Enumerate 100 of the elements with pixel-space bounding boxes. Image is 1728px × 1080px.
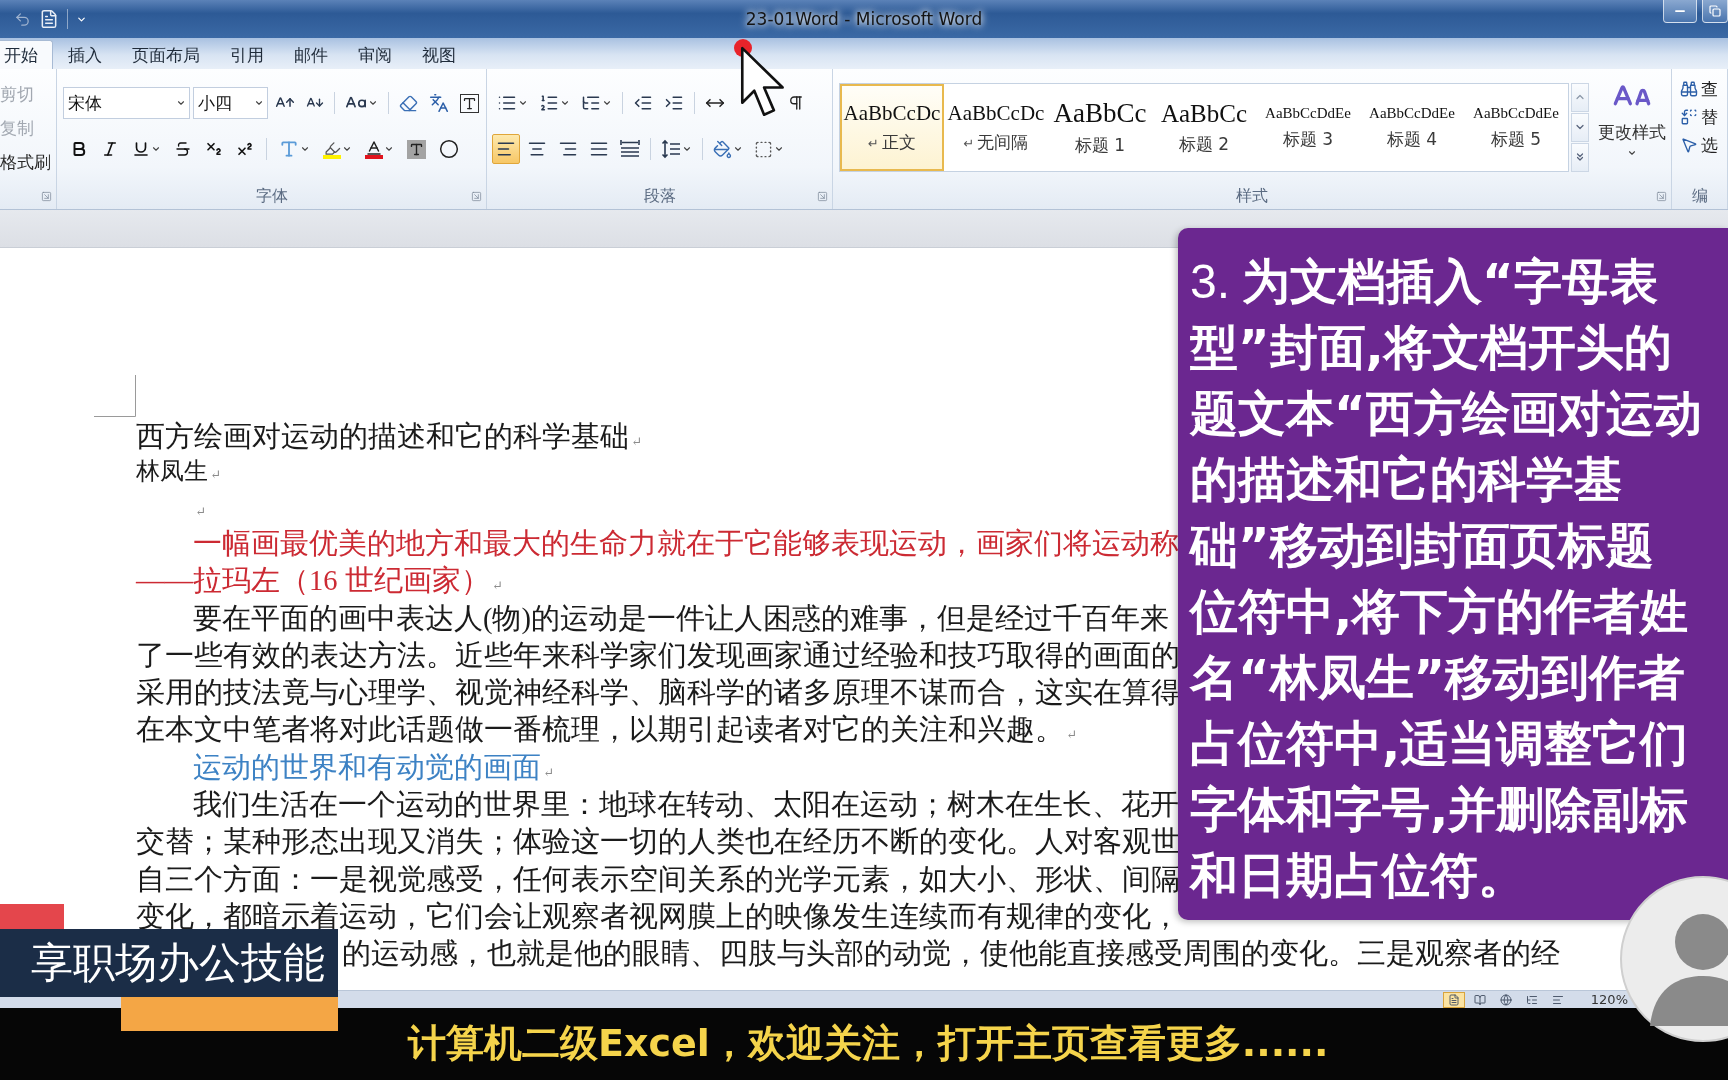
- indent-decrease-icon: [633, 93, 653, 113]
- minimize-button[interactable]: [1663, 0, 1697, 23]
- style-gallery-item[interactable]: AaBbCcDdEe 标题 4: [1360, 83, 1464, 171]
- ribbon-tab[interactable]: 审阅: [343, 40, 407, 69]
- style-gallery-item[interactable]: AaBbCcDdEe 标题 5: [1464, 83, 1568, 171]
- instruction-line: 的描述和它的科学基: [1190, 450, 1622, 509]
- list-tree-icon: [581, 93, 601, 113]
- instruction-line: 础”移动到封面页标题: [1190, 516, 1654, 575]
- group-label: 编: [1691, 185, 1708, 207]
- document-line: 自三个方面：一是视觉感受，任何表示空间关系的光学元素，如大小、形状、间隔: [136, 862, 1180, 897]
- caret-icon: [518, 98, 528, 108]
- instruction-line: 和日期占位符。: [1190, 846, 1526, 905]
- editing-command[interactable]: 选: [1672, 131, 1718, 159]
- instruction-line: 名“林凤生”移动到作者: [1190, 648, 1686, 707]
- document-line: 交替；某种形态出现又消失；体验这一切的人类也在经历不断的变化。人对客观世: [136, 825, 1180, 860]
- undo-icon: [14, 10, 31, 28]
- pointer-icon: [1680, 136, 1698, 154]
- restore-button[interactable]: [1702, 0, 1728, 23]
- bulleted-list-icon: [497, 93, 517, 113]
- more-styles-button[interactable]: [1571, 142, 1589, 172]
- instruction-line: 字体和字号,并删除副标: [1190, 780, 1689, 839]
- document-line: 了一些有效的表达方法。近些年来科学家们发现画家通过经验和技巧取得的画面的: [136, 638, 1180, 673]
- group-label: 段落: [643, 185, 676, 207]
- group-label: 字体: [255, 185, 288, 207]
- instruction-line: 占位符中,适当调整它们: [1190, 714, 1689, 773]
- font-name-field[interactable]: 宋体: [63, 87, 190, 119]
- caret-icon: [342, 144, 352, 154]
- paint-bucket-icon: [713, 139, 732, 159]
- ribbon-tab[interactable]: 页面布局: [117, 40, 215, 69]
- instruction-line: 型”封面,将文档开头的: [1190, 318, 1672, 377]
- underline-icon: [132, 140, 150, 158]
- caret-icon: [384, 144, 394, 154]
- restore-icon: [1709, 5, 1721, 17]
- editing-command[interactable]: 查: [1672, 75, 1718, 103]
- ribbon-tab[interactable]: 视图: [407, 40, 471, 69]
- view-button[interactable]: [1442, 991, 1465, 1008]
- align-right-icon: [558, 139, 578, 159]
- globe-icon: [1499, 993, 1512, 1006]
- pilcrow-icon: [787, 94, 805, 112]
- document-line: 我们生活在一个运动的世界里：地球在转动、太阳在运动；树木在生长、花开: [193, 788, 1179, 823]
- accent-block: [0, 904, 64, 929]
- author-name: 林凤生↵: [136, 457, 221, 486]
- underlined-a-icon: [365, 139, 383, 159]
- double-chevron-down-icon: [1574, 151, 1586, 163]
- caret-icon: [560, 98, 570, 108]
- caret-icon: [602, 98, 612, 108]
- ribbon-tab[interactable]: 插入: [53, 40, 117, 69]
- boxed-type-icon: [460, 93, 479, 113]
- group-label: 样式: [1236, 185, 1268, 207]
- numbered-list-icon: [539, 93, 559, 113]
- subtitle-text: 计算机二级Excel，欢迎关注，打开主页查看更多......: [408, 1023, 1329, 1065]
- style-gallery-item[interactable]: AaBbCc 标题 1: [1048, 83, 1152, 171]
- document-line: 要在平面的画中表达人(物)的运动是一件让人困惑的难事，但是经过千百年来: [193, 601, 1169, 636]
- change-styles-button[interactable]: 更改样式: [1594, 77, 1669, 177]
- instruction-line: 题文本“西方绘画对运动: [1190, 384, 1702, 443]
- editing-command[interactable]: 替: [1672, 103, 1718, 131]
- align-button[interactable]: [492, 134, 520, 164]
- eraser-icon: [399, 93, 418, 113]
- scroll-down-button[interactable]: [1571, 112, 1589, 142]
- ribbon-tab[interactable]: 开始: [0, 40, 53, 69]
- binoculars-icon: [1680, 80, 1698, 98]
- circle-icon: [439, 139, 459, 159]
- mouse-pointer-icon: [740, 46, 786, 118]
- align-center-icon: [527, 139, 547, 159]
- style-gallery-item[interactable]: AaBbCcDdEe 标题 3: [1256, 83, 1360, 171]
- subscript-icon: [205, 140, 223, 158]
- style-gallery-item[interactable]: AaBbCc 标题 2: [1152, 83, 1256, 171]
- paragraph-mark: ↵: [194, 503, 206, 521]
- indent-increase-icon: [664, 93, 684, 113]
- distributed-lines-icon: [620, 139, 640, 159]
- strikethrough-icon: [174, 140, 192, 158]
- document-line: 在本文中笔者将对此话题做一番梳理，以期引起读者对它的关注和兴趣。↵: [136, 713, 1077, 748]
- highlighter-icon: [323, 139, 341, 159]
- style-gallery-item[interactable]: AaBbCcDc ↵ 正文: [840, 83, 944, 171]
- translate-icon: [429, 93, 449, 113]
- superscript-icon: [236, 140, 254, 158]
- ribbon-tab[interactable]: 邮件: [279, 40, 343, 69]
- caret-icon: [254, 98, 264, 108]
- caret-icon: [733, 144, 743, 154]
- document-line: 采用的技法竟与心理学、视觉神经科学、脑科学的诸多原理不谋而合，这实在算得: [136, 676, 1180, 711]
- caret-icon: [774, 144, 784, 154]
- quote-line: 一幅画最优美的地方和最大的生命力就在于它能够表现运动，画家们将运动称: [193, 527, 1179, 561]
- replace-icon: [1680, 108, 1698, 126]
- quote-line: ——拉玛左（16 世纪画家）↵: [136, 564, 503, 599]
- caret-icon: [1626, 148, 1637, 158]
- font-size-field[interactable]: 小四: [193, 87, 268, 119]
- corner-mark-icon: [94, 375, 136, 417]
- align-justify-icon: [589, 139, 609, 159]
- align-left-icon: [496, 139, 516, 159]
- ribbon-tab[interactable]: 引用: [215, 40, 279, 69]
- list-tree-icon: [1525, 993, 1538, 1006]
- clipboard-command[interactable]: 格式刷: [0, 145, 51, 179]
- page-icon: [1447, 993, 1460, 1006]
- dashed-square-icon: [754, 139, 773, 159]
- document-line: 的运动感，也就是他的眼睛、四肢与头部的动觉，使他能直接感受周围的变化。三是观察者的经: [342, 937, 1560, 972]
- style-gallery-item[interactable]: AaBbCcDc ↵ 无间隔: [944, 83, 1048, 171]
- zoom-level[interactable]: 120%: [1590, 992, 1628, 1007]
- instruction-line: 3. 为文档插入“字母表: [1190, 252, 1658, 311]
- shaded-type-icon: [407, 139, 426, 159]
- window-title: 23-01Word - Microsoft Word: [745, 9, 983, 29]
